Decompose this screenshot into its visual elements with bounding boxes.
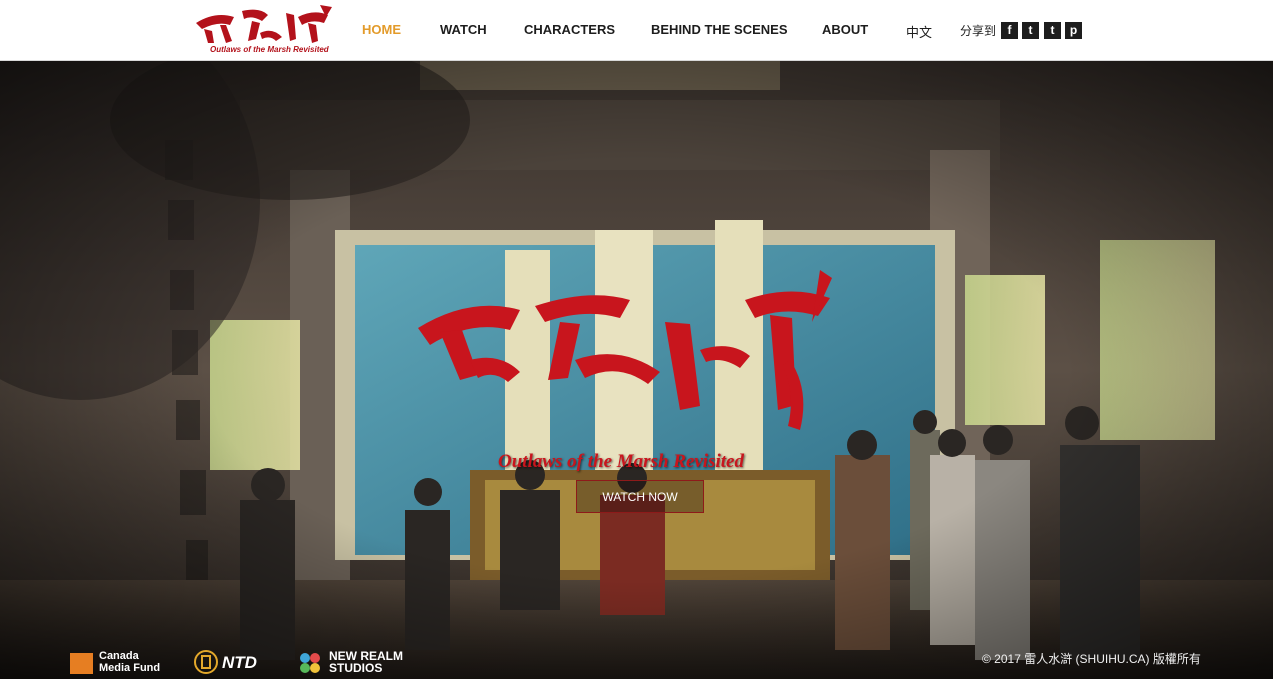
site-logo[interactable]: Outlaws of the Marsh Revisited [190, 3, 335, 57]
canada-media-fund-label: Canada Media Fund [99, 650, 161, 674]
hero-stage-image [0, 60, 1273, 679]
facebook-icon[interactable]: f [1001, 22, 1018, 39]
logo-brush-mark [196, 5, 332, 43]
nav-watch[interactable]: WATCH [440, 22, 487, 37]
canada-media-fund-logo [70, 653, 93, 674]
nav-characters[interactable]: CHARACTERS [524, 22, 615, 37]
nav-home[interactable]: HOME [362, 22, 401, 37]
sponsor-new-realm-studios[interactable]: NEW REALM STUDIOS [297, 650, 403, 674]
copyright-text: © 2017 雷人水滸 (SHUIHU.CA) 版權所有 [982, 652, 1201, 666]
new-realm-label: NEW REALM STUDIOS [329, 649, 403, 675]
logo-subtitle: Outlaws of the Marsh Revisited [210, 45, 329, 54]
ntd-label: NTD [222, 653, 257, 672]
nav-chinese[interactable]: 中文 [906, 22, 932, 41]
nav-about[interactable]: ABOUT [822, 22, 868, 37]
watch-now-button[interactable]: WATCH NOW [576, 480, 704, 513]
sponsor-canada-media-fund[interactable]: Canada Media Fund [70, 650, 180, 674]
nav-behind-the-scenes[interactable]: BEHIND THE SCENES [651, 22, 788, 37]
sponsor-ntd[interactable]: NTD [194, 650, 274, 674]
tumblr-icon[interactable]: t [1044, 22, 1061, 39]
pinterest-icon[interactable]: p [1065, 22, 1082, 39]
twitter-icon[interactable]: t [1022, 22, 1039, 39]
share-label: 分享到 [960, 24, 997, 38]
hero-title-subtitle: Outlaws of the Marsh Revisited [498, 451, 744, 472]
ntd-logo-icon [194, 650, 218, 674]
hero-banner: Outlaws of the Marsh Revisited WATCH NOW [0, 60, 1273, 679]
top-navigation-bar: Outlaws of the Marsh Revisited HOME WATC… [0, 0, 1273, 61]
new-realm-logo-icon [300, 653, 320, 673]
